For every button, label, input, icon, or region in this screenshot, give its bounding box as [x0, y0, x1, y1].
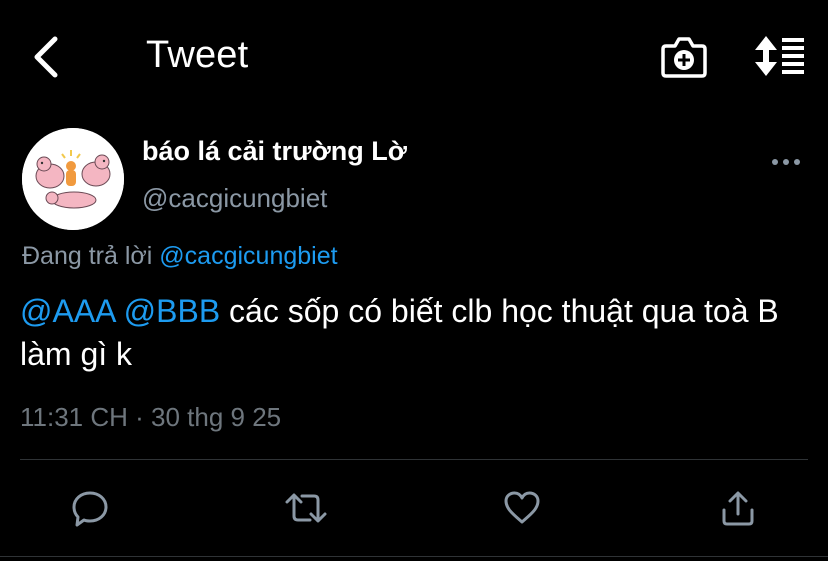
- tweet-timestamp: 11:31 CH · 30 thg 9 25: [20, 402, 282, 432]
- heart-icon: [504, 491, 540, 524]
- reply-button[interactable]: [68, 486, 112, 530]
- author-display-name[interactable]: báo lá cải trường Lờ: [142, 136, 407, 167]
- reply-bubble-icon: [72, 491, 108, 527]
- like-button[interactable]: [500, 486, 544, 530]
- back-button[interactable]: [26, 32, 66, 82]
- mention-link[interactable]: @AAA: [20, 293, 115, 329]
- avatar[interactable]: [22, 128, 124, 230]
- divider: [20, 459, 808, 460]
- tweet-detail-screen: Tweet báo lá cải trường Lờ @cacgicungbie…: [0, 0, 828, 561]
- tweet-body: @AAA @BBB các sốp có biết clb học thuật …: [20, 290, 820, 376]
- share-icon: [722, 491, 754, 526]
- share-button[interactable]: [716, 486, 760, 530]
- top-bar: Tweet: [0, 0, 828, 112]
- retweet-button[interactable]: [284, 486, 328, 530]
- replying-to-line: Đang trả lời @cacgicungbiet: [22, 242, 338, 271]
- sort-lines-icon: [755, 36, 804, 76]
- retweet-icon: [285, 493, 327, 523]
- author-handle[interactable]: @cacgicungbiet: [142, 183, 327, 214]
- sort-button[interactable]: [752, 34, 808, 78]
- replying-to-label: Đang trả lời: [22, 242, 153, 270]
- more-options-button[interactable]: [768, 148, 804, 176]
- replying-to-mention[interactable]: @cacgicungbiet: [159, 242, 337, 270]
- chevron-left-icon: [34, 36, 58, 78]
- mention-link[interactable]: @BBB: [124, 293, 221, 329]
- page-title: Tweet: [146, 34, 249, 76]
- camera-button[interactable]: [660, 34, 708, 80]
- bottom-divider: [0, 556, 828, 557]
- camera-plus-icon: [661, 37, 707, 78]
- avatar-illustration: [22, 128, 124, 230]
- more-dots-icon: [772, 159, 800, 165]
